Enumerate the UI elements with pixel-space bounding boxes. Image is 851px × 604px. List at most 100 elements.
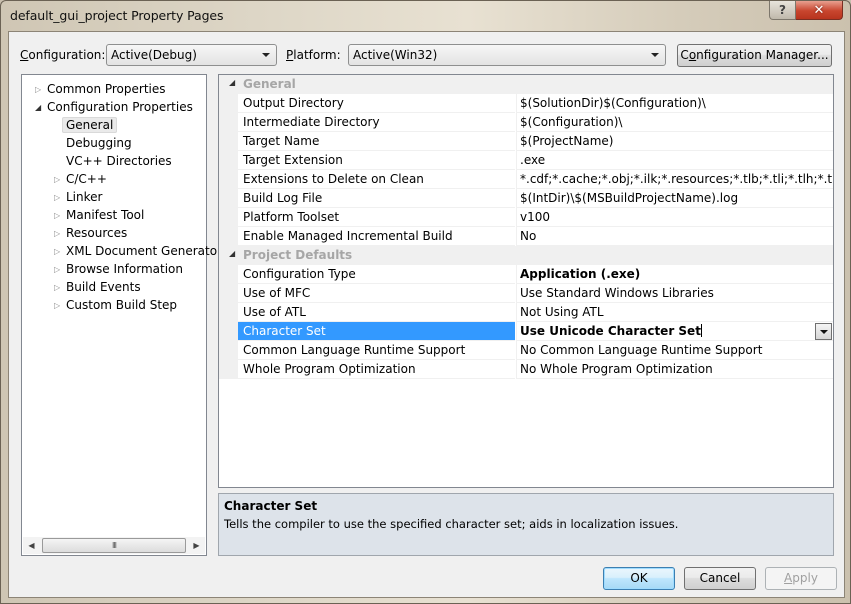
property-value-text: Not Using ATL xyxy=(520,305,604,319)
platform-dropdown[interactable]: Active(Win32) xyxy=(348,44,666,66)
property-value[interactable]: $(Configuration)\ xyxy=(516,113,833,132)
property-row[interactable]: Common Language Runtime Support No Common… xyxy=(219,341,833,360)
property-value[interactable]: Use Standard Windows Libraries xyxy=(516,284,833,303)
collapsed-triangle-icon[interactable]: ▷ xyxy=(54,171,60,188)
tree-item-common-properties[interactable]: ▷ Common Properties xyxy=(35,81,166,98)
tree-item-linker[interactable]: ▷ Linker xyxy=(54,189,102,206)
tree-item-general[interactable]: General xyxy=(62,117,118,134)
property-value[interactable]: No xyxy=(516,227,833,246)
tree-item-xml-document-generator[interactable]: ▷ XML Document Generator xyxy=(54,243,222,260)
tree-item-manifest-tool[interactable]: ▷ Manifest Tool xyxy=(54,207,144,224)
configuration-manager-button[interactable]: Configuration Manager... xyxy=(677,44,832,67)
property-value[interactable]: v100 xyxy=(516,208,833,227)
collapsed-triangle-icon[interactable]: ▷ xyxy=(54,243,60,260)
configuration-dropdown[interactable]: Active(Debug) xyxy=(106,44,277,66)
property-value[interactable]: Not Using ATL xyxy=(516,303,833,322)
property-row[interactable]: Build Log File $(IntDir)\$(MSBuildProject… xyxy=(219,189,833,208)
property-row[interactable]: Platform Toolset v100 xyxy=(219,208,833,227)
property-value[interactable]: No Whole Program Optimization xyxy=(516,360,833,379)
tree-item-browse-information[interactable]: ▷ Browse Information xyxy=(54,261,183,278)
property-row[interactable]: Output Directory $(SolutionDir)$(Configur… xyxy=(219,94,833,113)
property-name[interactable]: Configuration Type xyxy=(238,265,515,284)
property-name[interactable]: Output Directory xyxy=(238,94,515,113)
property-name[interactable]: Use of MFC xyxy=(238,284,515,303)
collapsed-triangle-icon[interactable]: ▷ xyxy=(54,279,60,296)
tree-item-vc-directories[interactable]: VC++ Directories xyxy=(66,153,172,170)
property-value[interactable]: $(SolutionDir)$(Configuration)\ xyxy=(516,94,833,113)
expanded-triangle-icon[interactable]: ◢ xyxy=(229,78,235,87)
collapsed-triangle-icon[interactable]: ▷ xyxy=(54,207,60,224)
tree-item-label: XML Document Generator xyxy=(66,244,222,258)
grid-category-general[interactable]: ◢ General xyxy=(219,75,833,94)
property-row[interactable]: Extensions to Delete on Clean *.cdf;*.cac… xyxy=(219,170,833,189)
description-text: Tells the compiler to use the specified … xyxy=(224,517,679,531)
tree-item-resources[interactable]: ▷ Resources xyxy=(54,225,128,242)
collapsed-triangle-icon[interactable]: ▷ xyxy=(54,189,60,206)
property-row[interactable]: Whole Program Optimization No Whole Progr… xyxy=(219,360,833,379)
property-value[interactable]: Application (.exe) xyxy=(516,265,833,284)
property-name[interactable]: Extensions to Delete on Clean xyxy=(238,170,515,189)
chevron-down-icon xyxy=(262,53,270,57)
collapsed-triangle-icon[interactable]: ▷ xyxy=(54,225,60,242)
grid-category-project-defaults[interactable]: ◢ Project Defaults xyxy=(219,246,833,265)
property-name[interactable]: Enable Managed Incremental Build xyxy=(238,227,515,246)
tree-item-label: Custom Build Step xyxy=(66,298,178,312)
property-value[interactable]: $(IntDir)\$(MSBuildProjectName).log xyxy=(516,189,833,208)
chevron-down-icon[interactable] xyxy=(815,323,832,340)
property-value[interactable]: .exe xyxy=(516,151,833,170)
expanded-triangle-icon[interactable]: ◢ xyxy=(229,249,235,258)
property-row[interactable]: Use of MFC Use Standard Windows Libraries xyxy=(219,284,833,303)
property-name[interactable]: Common Language Runtime Support xyxy=(238,341,515,360)
property-value[interactable]: No Common Language Runtime Support xyxy=(516,341,833,360)
property-name[interactable]: Platform Toolset xyxy=(238,208,515,227)
property-name[interactable]: Target Extension xyxy=(238,151,515,170)
property-value-text: No Common Language Runtime Support xyxy=(520,343,763,357)
property-row[interactable]: Target Name $(ProjectName) xyxy=(219,132,833,151)
collapsed-triangle-icon[interactable]: ▷ xyxy=(35,81,41,98)
property-name[interactable]: Intermediate Directory xyxy=(238,113,515,132)
tree-item-debugging[interactable]: Debugging xyxy=(66,135,132,152)
collapsed-triangle-icon[interactable]: ▷ xyxy=(54,261,60,278)
property-row[interactable]: Character Set Use Unicode Character Set xyxy=(219,322,833,341)
property-row[interactable]: Configuration Type Application (.exe) xyxy=(219,265,833,284)
property-value-dropdown[interactable]: Use Unicode Character Set xyxy=(516,322,833,341)
tree-item-configuration-properties[interactable]: ◢ Configuration Properties xyxy=(35,99,193,116)
property-grid[interactable]: ◢ General Output Directory $(SolutionDir)$(… xyxy=(218,74,834,488)
category-name: General xyxy=(243,77,296,91)
property-value-text: Use Standard Windows Libraries xyxy=(520,286,714,300)
category-tree[interactable]: ▷ Common Properties ◢ Configuration Propert… xyxy=(21,74,222,556)
scroll-right-icon[interactable]: ▶ xyxy=(188,537,205,554)
tree-item-label: General xyxy=(62,117,118,133)
row-margin xyxy=(219,265,238,284)
property-name[interactable]: Use of ATL xyxy=(238,303,515,322)
property-name[interactable]: Target Name xyxy=(238,132,515,151)
tree-item-custom-build-step[interactable]: ▷ Custom Build Step xyxy=(54,297,178,314)
tree-item-label: Resources xyxy=(66,226,128,240)
description-title: Character Set xyxy=(224,499,318,513)
property-value[interactable]: *.cdf;*.cache;*.obj;*.ilk;*.resources;*.… xyxy=(516,170,833,189)
property-value[interactable]: $(ProjectName) xyxy=(516,132,833,151)
property-row[interactable]: Use of ATL Not Using ATL xyxy=(219,303,833,322)
scroll-left-icon[interactable]: ◀ xyxy=(23,537,40,554)
scrollbar-thumb[interactable]: III xyxy=(42,538,186,553)
title-bar[interactable]: default_gui_project Property Pages ? ✕ xyxy=(1,1,850,31)
ok-button[interactable]: OK xyxy=(603,567,675,590)
row-margin xyxy=(219,94,238,113)
help-button[interactable]: ? xyxy=(769,1,796,20)
horizontal-scrollbar[interactable]: ◀ III ▶ xyxy=(23,537,205,554)
property-name[interactable]: Whole Program Optimization xyxy=(238,360,515,379)
property-name[interactable]: Build Log File xyxy=(238,189,515,208)
property-row[interactable]: Enable Managed Incremental Build No xyxy=(219,227,833,246)
property-value-text: *.cdf;*.cache;*.obj;*.ilk;*.resources;*.… xyxy=(520,172,833,186)
tree-item-build-events[interactable]: ▷ Build Events xyxy=(54,279,141,296)
tree-item-c-c[interactable]: ▷ C/C++ xyxy=(54,171,107,188)
property-row[interactable]: Target Extension .exe xyxy=(219,151,833,170)
property-value-text: $(IntDir)\$(MSBuildProjectName).log xyxy=(520,191,739,205)
expanded-triangle-icon[interactable]: ◢ xyxy=(35,99,41,116)
close-button[interactable]: ✕ xyxy=(796,1,843,20)
property-name[interactable]: Character Set xyxy=(238,322,515,341)
cancel-button[interactable]: Cancel xyxy=(684,567,756,590)
property-row[interactable]: Intermediate Directory $(Configuration)\ xyxy=(219,113,833,132)
collapsed-triangle-icon[interactable]: ▷ xyxy=(54,297,60,314)
apply-button[interactable]: Apply xyxy=(765,567,837,590)
